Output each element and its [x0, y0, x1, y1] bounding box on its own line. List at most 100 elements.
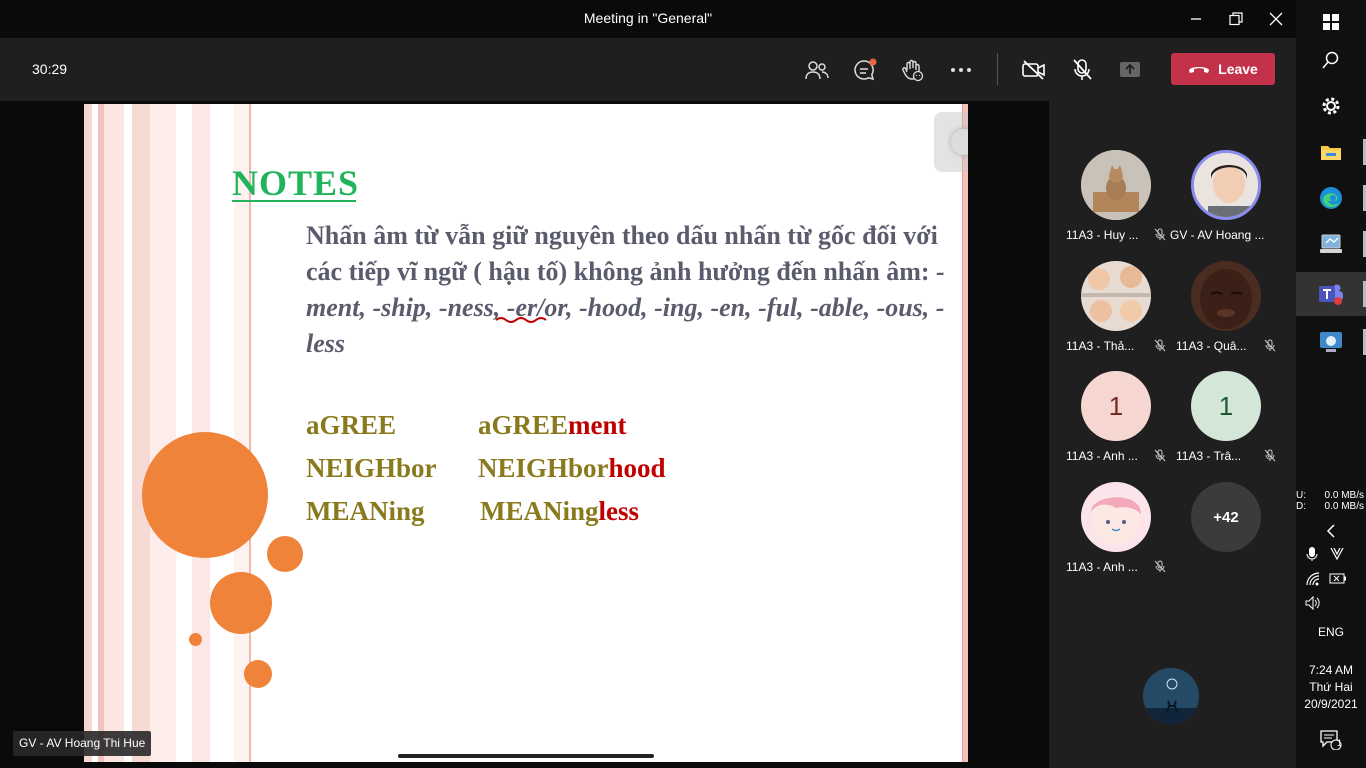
action-center-button[interactable]: 1 — [1296, 720, 1366, 760]
teams-icon — [1319, 284, 1343, 305]
input-language[interactable]: ENG — [1296, 625, 1366, 639]
close-icon — [1269, 12, 1283, 26]
self-view-avatar[interactable] — [1143, 668, 1199, 724]
toolbar-divider — [997, 53, 998, 85]
close-button[interactable] — [1256, 6, 1296, 32]
decoration-circle-tiny — [189, 633, 202, 646]
network-speed-meter: U: 0.0 MB/s D: 0.0 MB/s — [1296, 490, 1366, 512]
call-toolbar: 30:29 Leave — [0, 38, 1296, 101]
camera-toggle-button[interactable] — [1019, 55, 1049, 85]
people-icon — [805, 61, 829, 80]
share-content-button[interactable] — [1115, 55, 1145, 85]
slide-right-border — [962, 104, 968, 762]
taskbar-edge[interactable] — [1296, 176, 1366, 220]
mic-muted-icon — [1154, 449, 1166, 462]
taskbar-file-explorer[interactable] — [1296, 130, 1366, 174]
reactions-button[interactable] — [897, 55, 927, 85]
mic-muted-icon — [1264, 339, 1276, 352]
call-timer: 30:29 — [32, 61, 68, 77]
participant-name: 11A3 - Huy ... — [1066, 228, 1139, 242]
clock-date: 20/9/2021 — [1304, 697, 1358, 711]
v-app-tray-icon[interactable] — [1330, 546, 1344, 560]
derived-stem: aGREE — [478, 410, 569, 440]
participant-label: 11A3 - Huy ... — [1066, 228, 1186, 242]
participants-gallery: 11A3 - Huy ... GV - AV Hoang ... 11A3 - … — [1049, 101, 1296, 768]
upload-label: U: — [1296, 490, 1306, 501]
volume-icon[interactable] — [1305, 596, 1321, 610]
participant-tile[interactable]: 1 11A3 - Trâ... — [1176, 371, 1276, 463]
participant-name: 11A3 - Quâ... — [1176, 339, 1247, 353]
example-base-3: MEANing — [306, 496, 425, 526]
derived-stem: NEIGHbor — [478, 453, 609, 483]
participant-label: 11A3 - Thả... — [1066, 339, 1186, 353]
participant-tile[interactable]: 11A3 - Thả... — [1066, 261, 1166, 353]
example-derived-2: NEIGHborhood — [478, 453, 666, 484]
participant-avatar — [1081, 482, 1151, 552]
participant-avatar — [1191, 150, 1261, 220]
participant-tile[interactable]: 1 11A3 - Anh ... — [1066, 371, 1166, 463]
leave-button[interactable]: Leave — [1171, 53, 1275, 85]
overflow-count: +42 — [1191, 482, 1261, 552]
share-screen-icon — [1120, 62, 1140, 77]
participant-avatar — [1081, 261, 1151, 331]
more-actions-button[interactable] — [946, 55, 976, 85]
microphone-tray-icon[interactable] — [1306, 546, 1318, 562]
derived-suffix: ment — [568, 410, 627, 440]
clock-day: Thứ Hai — [1309, 680, 1353, 694]
folder-icon — [1321, 146, 1341, 160]
hang-up-icon — [1189, 67, 1210, 73]
presenter-name-label: GV - AV Hoang Thi Hue — [13, 731, 152, 756]
participant-name: GV - AV Hoang ... — [1170, 228, 1265, 242]
windows-taskbar: U: 0.0 MB/s D: 0.0 MB/s ENG 7:24 AM Thứ Ha… — [1296, 0, 1366, 768]
spellcheck-squiggle — [495, 317, 547, 323]
raise-hand-icon — [902, 59, 924, 82]
mic-muted-icon — [1154, 560, 1166, 573]
participant-label: 11A3 - Anh ... — [1066, 449, 1186, 463]
gear-icon — [1322, 97, 1340, 115]
participant-tile[interactable]: 11A3 - Huy ... — [1066, 150, 1166, 242]
upload-speed: 0.0 MB/s — [1324, 490, 1364, 501]
participants-button[interactable] — [802, 55, 832, 85]
participant-tile[interactable]: 11A3 - Quâ... — [1176, 261, 1276, 353]
chevron-left-icon — [1326, 524, 1335, 538]
clock-time[interactable]: 7:24 AM — [1296, 663, 1366, 677]
slide-webcam-overlay — [934, 112, 968, 172]
presentation-slide: NOTES Nhấn âm từ vẫn giữ nguyên theo dấu… — [84, 104, 968, 762]
chat-icon — [854, 58, 877, 81]
chat-button[interactable] — [850, 55, 880, 85]
shared-screen-stage: NOTES Nhấn âm từ vẫn giữ nguyên theo dấu… — [0, 101, 1049, 768]
overflow-participants-tile[interactable]: +42 — [1176, 482, 1276, 552]
participant-tile[interactable]: 11A3 - Anh ... — [1066, 482, 1166, 574]
slide-scroll-indicator[interactable] — [398, 754, 654, 758]
download-label: D: — [1296, 501, 1306, 512]
taskbar-remote-app[interactable] — [1296, 320, 1366, 364]
slide-paragraph: Nhấn âm từ vẫn giữ nguyên theo dấu nhấn … — [306, 218, 946, 362]
participant-label: 11A3 - Anh ... — [1066, 560, 1186, 574]
edge-browser-icon — [1320, 187, 1342, 209]
wifi-icon[interactable] — [1306, 572, 1320, 586]
mic-muted-icon — [1154, 228, 1166, 241]
taskbar-search-button[interactable] — [1296, 38, 1366, 82]
taskbar-settings[interactable] — [1296, 84, 1366, 128]
example-derived-3: MEANingless — [480, 496, 639, 527]
slide-title: NOTES — [232, 163, 360, 203]
teams-meeting-window: Meeting in "General" 30:29 Leave NOTES N… — [0, 0, 1366, 768]
participant-label: GV - AV Hoang ... — [1170, 228, 1290, 242]
battery-icon[interactable] — [1329, 573, 1347, 584]
collage-photo-icon — [1081, 261, 1151, 331]
deer-night-photo-icon — [1143, 668, 1199, 724]
taskbar-teams[interactable] — [1296, 272, 1366, 316]
restore-button[interactable] — [1216, 6, 1256, 32]
window-title: Meeting in "General" — [583, 10, 713, 26]
participant-tile[interactable]: GV - AV Hoang ... — [1170, 150, 1276, 242]
participant-avatar — [1191, 261, 1261, 331]
taskbar-control-panel[interactable] — [1296, 222, 1366, 266]
mic-toggle-button[interactable] — [1067, 55, 1097, 85]
download-speed: 0.0 MB/s — [1324, 501, 1364, 512]
minimize-button[interactable] — [1176, 6, 1216, 32]
minimize-icon — [1191, 18, 1201, 20]
show-hidden-icons-button[interactable] — [1296, 512, 1366, 550]
example-base-1: aGREE — [306, 410, 397, 440]
monitor-app-icon — [1320, 234, 1342, 253]
remote-desktop-icon — [1320, 332, 1342, 352]
